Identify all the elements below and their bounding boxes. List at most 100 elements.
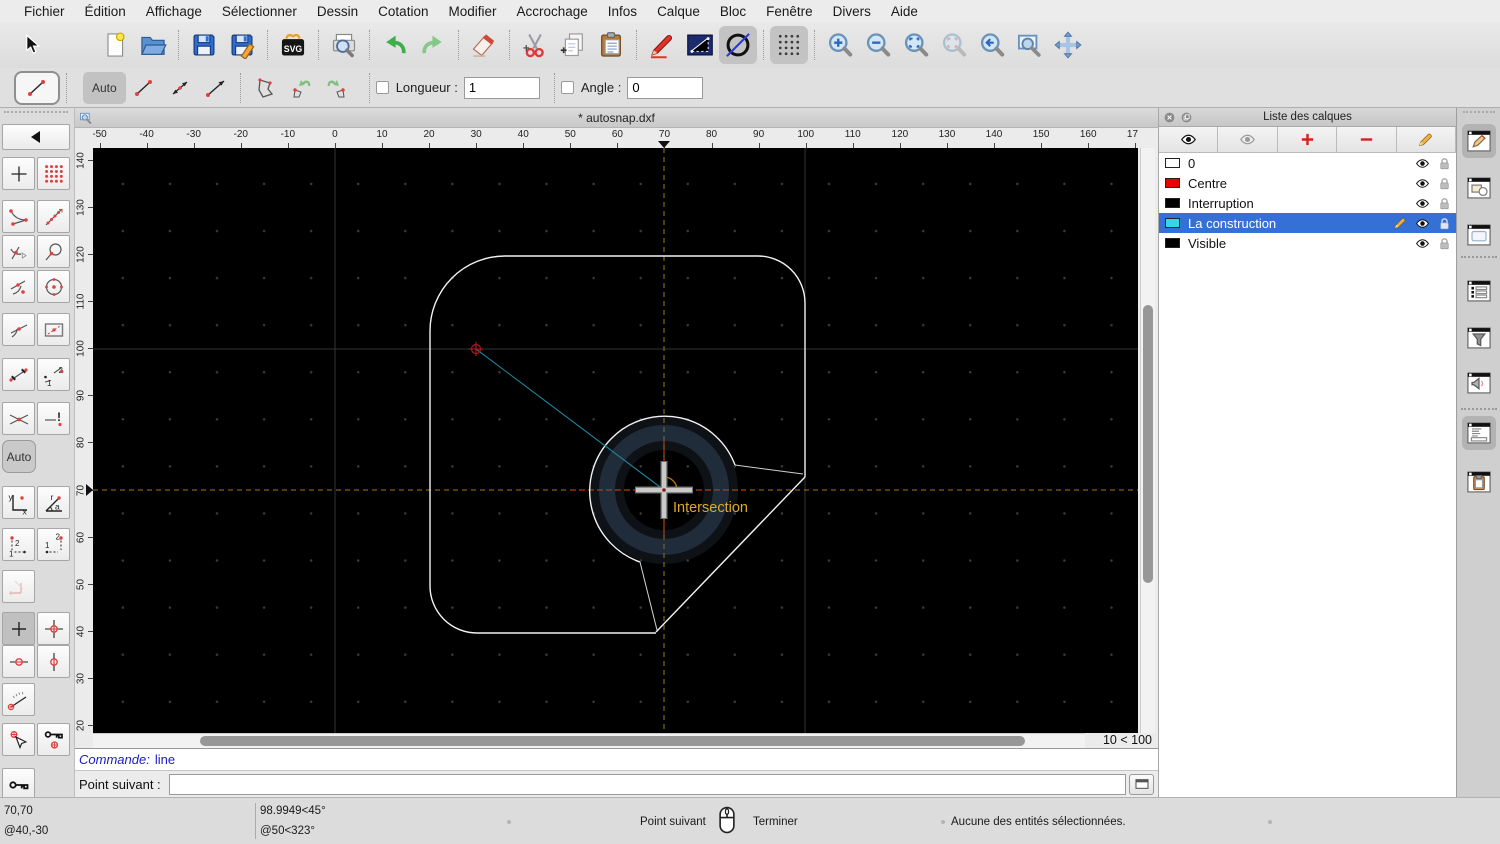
restrict-horizontal-button[interactable] — [2, 645, 35, 678]
eraser-button[interactable] — [465, 26, 503, 64]
zoom-auto-button[interactable] — [897, 26, 935, 64]
layer-edit-button[interactable] — [1397, 127, 1457, 152]
rel-coord-2-button[interactable]: 21 — [37, 528, 70, 561]
restrict-ortho-button[interactable] — [2, 570, 35, 603]
current-tool-line-button[interactable] — [14, 70, 60, 105]
snap-reference-button[interactable] — [37, 313, 70, 346]
poly-redo-button[interactable] — [319, 72, 355, 104]
zoom-in-button[interactable] — [821, 26, 859, 64]
horizontal-scrollbar-thumb[interactable] — [200, 736, 1025, 746]
zoom-out-button[interactable] — [859, 26, 897, 64]
slot-line-top[interactable] — [734, 464, 804, 475]
layer-construction-icon[interactable] — [1390, 216, 1410, 230]
layer-row-la-construction[interactable]: La construction — [1159, 213, 1456, 233]
restrict-vertical-button[interactable] — [37, 645, 70, 678]
menu-affichage[interactable]: Affichage — [136, 4, 212, 19]
canvas-vertical-scrollbar[interactable] — [1140, 148, 1155, 733]
layer-lock-toggle[interactable] — [1434, 196, 1454, 211]
new-file-button[interactable] — [96, 26, 134, 64]
line-auto-mode-button[interactable]: Auto — [83, 71, 126, 104]
zoom-prev-button[interactable] — [935, 26, 973, 64]
menu-aide[interactable]: Aide — [881, 4, 928, 19]
construction-line[interactable] — [475, 348, 665, 491]
undo-button[interactable] — [376, 26, 414, 64]
snap-tangent-button[interactable] — [2, 235, 35, 268]
polyline-button[interactable] — [247, 72, 283, 104]
menu-cotation[interactable]: Cotation — [368, 4, 438, 19]
lock-relative-zero-button[interactable] — [37, 723, 70, 756]
line-seg-button[interactable] — [126, 72, 162, 104]
layer-hide-all-button[interactable] — [1218, 127, 1278, 152]
coord-cartesian-button[interactable]: yx — [2, 486, 35, 519]
layer-row-centre[interactable]: Centre — [1159, 173, 1456, 193]
menu-divers[interactable]: Divers — [823, 4, 881, 19]
cut-button[interactable] — [516, 26, 554, 64]
zoom-window-button[interactable] — [1011, 26, 1049, 64]
drawing-canvas[interactable]: Intersection — [93, 148, 1138, 733]
menu-fichier[interactable]: Fichier — [14, 4, 75, 19]
snap-grid-button[interactable] — [37, 157, 70, 190]
menu-accrochage[interactable]: Accrochage — [506, 4, 597, 19]
circle-line-button[interactable] — [719, 26, 757, 64]
layer-show-all-button[interactable] — [1159, 127, 1219, 152]
command-input[interactable] — [168, 773, 1126, 795]
layer-row-interruption[interactable]: Interruption — [1159, 193, 1456, 213]
snap-intersection-manual-button[interactable]: ! — [37, 402, 70, 435]
command-options-button[interactable] — [1129, 773, 1154, 795]
angle-gauge-button[interactable] — [2, 683, 35, 716]
angle-input[interactable] — [627, 76, 704, 99]
redo-button[interactable] — [414, 26, 452, 64]
menu-selectionner[interactable]: Sélectionner — [212, 4, 307, 19]
layer-visibility-toggle[interactable] — [1412, 216, 1432, 231]
restrict-nothing-button[interactable] — [2, 612, 35, 645]
layer-visibility-toggle[interactable] — [1412, 236, 1432, 251]
layer-lock-toggle[interactable] — [1434, 216, 1454, 231]
line-rect-button[interactable] — [681, 26, 719, 64]
snap-center-button[interactable] — [37, 270, 70, 303]
layer-visibility-toggle[interactable] — [1412, 176, 1432, 191]
menu-edition[interactable]: Édition — [75, 4, 136, 19]
restrict-orthogonal-button[interactable] — [37, 612, 70, 645]
zoom-pan-button[interactable] — [1049, 26, 1087, 64]
layer-row-visible[interactable]: Visible — [1159, 233, 1456, 253]
open-folder-button[interactable] — [134, 26, 172, 64]
slot-line-bottom[interactable] — [639, 561, 658, 631]
menu-modifier[interactable]: Modifier — [438, 4, 506, 19]
layer-add-button[interactable] — [1278, 127, 1338, 152]
line-arrow-button[interactable] — [198, 72, 234, 104]
menu-calque[interactable]: Calque — [647, 4, 710, 19]
coord-polar-button[interactable]: ra — [37, 486, 70, 519]
layer-visibility-toggle[interactable] — [1412, 156, 1432, 171]
dock-command-toggle-button[interactable] — [1462, 416, 1496, 450]
menu-bloc[interactable]: Bloc — [710, 4, 756, 19]
drawing-window-titlebar[interactable]: * autosnap.dxf — [75, 108, 1158, 128]
length-checkbox[interactable] — [375, 81, 389, 94]
dock-blocks-toggle-button[interactable] — [1462, 171, 1496, 205]
save-as-button[interactable] — [223, 26, 261, 64]
grid-dots-button[interactable] — [770, 26, 808, 64]
snap-nearest-button[interactable] — [2, 270, 35, 303]
dock-filter-toggle-button[interactable] — [1462, 321, 1496, 355]
layer-remove-button[interactable] — [1337, 127, 1397, 152]
snap-on-entity-button[interactable] — [37, 200, 70, 233]
layer-lock-toggle[interactable] — [1434, 236, 1454, 251]
layer-lock-toggle[interactable] — [1434, 176, 1454, 191]
snap-middle-button[interactable] — [2, 313, 35, 346]
dock-views-toggle-button[interactable] — [1462, 274, 1496, 308]
vertical-scrollbar-thumb[interactable] — [1143, 305, 1153, 583]
dock-clipboard-toggle-button[interactable] — [1462, 465, 1496, 499]
menu-dessin[interactable]: Dessin — [307, 4, 368, 19]
print-preview-button[interactable] — [325, 26, 363, 64]
angle-checkbox[interactable] — [560, 81, 574, 94]
select-snap-button[interactable] — [2, 723, 35, 756]
snap-distance-button[interactable] — [2, 358, 35, 391]
dock-layers-toggle-button[interactable] — [1462, 124, 1496, 158]
dock-library-toggle-button[interactable] — [1462, 218, 1496, 252]
paste-button[interactable] — [592, 26, 630, 64]
snap-auto-button[interactable]: Auto — [2, 440, 36, 473]
pen-button[interactable] — [643, 26, 681, 64]
snap-divide-button[interactable]: 12 — [37, 358, 70, 391]
snap-circle-button[interactable] — [37, 235, 70, 268]
layer-visibility-toggle[interactable] — [1412, 196, 1432, 211]
snap-intersection-button[interactable] — [2, 402, 35, 435]
